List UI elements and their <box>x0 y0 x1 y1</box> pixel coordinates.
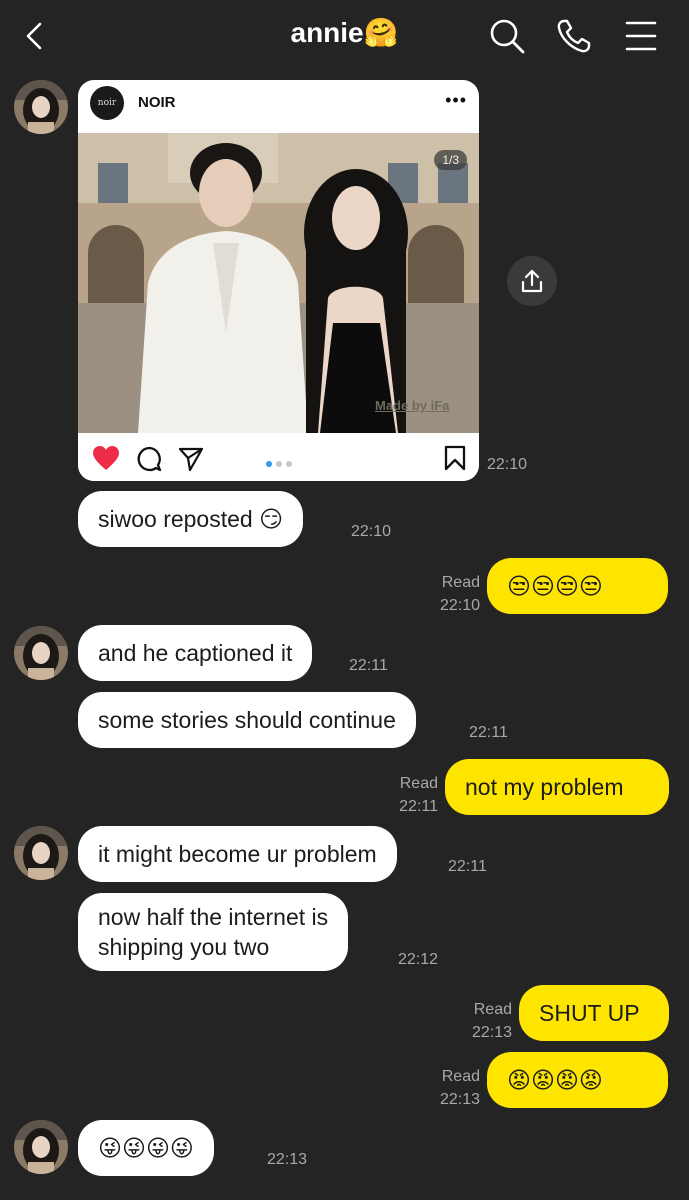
message-time: 22:11 <box>349 657 388 674</box>
carousel-dots <box>265 455 297 473</box>
message-bubble[interactable]: it might become ur problem <box>78 826 397 882</box>
share-icon <box>521 269 543 293</box>
message-time: 22:11 <box>448 858 487 875</box>
contact-avatar[interactable] <box>14 80 68 134</box>
contact-avatar[interactable] <box>14 826 68 880</box>
message-line: now half the internet is <box>98 904 329 930</box>
post-photo[interactable] <box>78 133 479 481</box>
shared-post-card[interactable]: noir NOIR ••• 1/3 Made by iFa <box>78 80 479 481</box>
message-bubble-mine[interactable]: 😡😡😡😡 <box>487 1052 668 1108</box>
search-icon[interactable] <box>485 14 529 58</box>
message-bubble-mine[interactable]: SHUT UP <box>519 985 669 1041</box>
message-bubble-mine[interactable]: 😒😒😒😒 <box>487 558 668 614</box>
message-bubble[interactable]: 😜😜😜😜 <box>78 1120 214 1176</box>
heart-icon[interactable] <box>92 445 120 476</box>
account-logo: noir <box>90 86 124 120</box>
message-time: 22:10 <box>439 597 480 614</box>
message-time: 22:10 <box>487 456 528 473</box>
message-bubble[interactable]: siwoo reposted 😏 <box>78 491 304 547</box>
carousel-counter: 1/3 <box>434 150 467 170</box>
watermark-text: Made by iFa <box>375 398 450 413</box>
message-bubble[interactable]: some stories should continue <box>78 692 416 748</box>
contact-avatar[interactable] <box>14 1120 68 1174</box>
post-account-name[interactable]: NOIR <box>138 94 176 111</box>
message-bubble-mine[interactable]: not my problem <box>445 759 669 815</box>
read-label: Read <box>473 1001 512 1018</box>
message-time: 22:12 <box>398 951 439 968</box>
share-button[interactable] <box>507 256 557 306</box>
contact-avatar[interactable] <box>14 626 68 680</box>
message-bubble[interactable]: now half the internet is shipping you tw… <box>78 893 349 971</box>
message-time: 22:13 <box>267 1151 308 1168</box>
read-receipt: Read 22:13 <box>425 1065 480 1111</box>
read-label: Read <box>399 775 438 792</box>
read-receipt: Read 22:13 <box>457 998 512 1044</box>
read-receipt: Read 22:11 <box>383 772 438 818</box>
read-label: Read <box>441 1068 480 1085</box>
read-label: Read <box>441 574 480 591</box>
bookmark-icon[interactable] <box>444 445 466 476</box>
send-icon[interactable] <box>178 446 204 477</box>
phone-icon[interactable] <box>552 14 596 58</box>
message-time: 22:10 <box>351 523 392 540</box>
message-time: 22:11 <box>469 724 508 741</box>
post-action-bar <box>78 433 479 481</box>
message-time: 22:13 <box>439 1091 480 1108</box>
menu-icon[interactable] <box>619 14 663 58</box>
comment-icon[interactable] <box>136 446 162 477</box>
message-line: shipping you two <box>98 934 270 960</box>
more-options-icon[interactable]: ••• <box>445 90 467 111</box>
message-time: 22:11 <box>399 798 438 815</box>
logo-text: noir <box>97 98 117 108</box>
read-receipt: Read 22:10 <box>425 571 480 617</box>
message-time: 22:13 <box>471 1024 512 1041</box>
message-bubble[interactable]: and he captioned it <box>78 625 313 681</box>
